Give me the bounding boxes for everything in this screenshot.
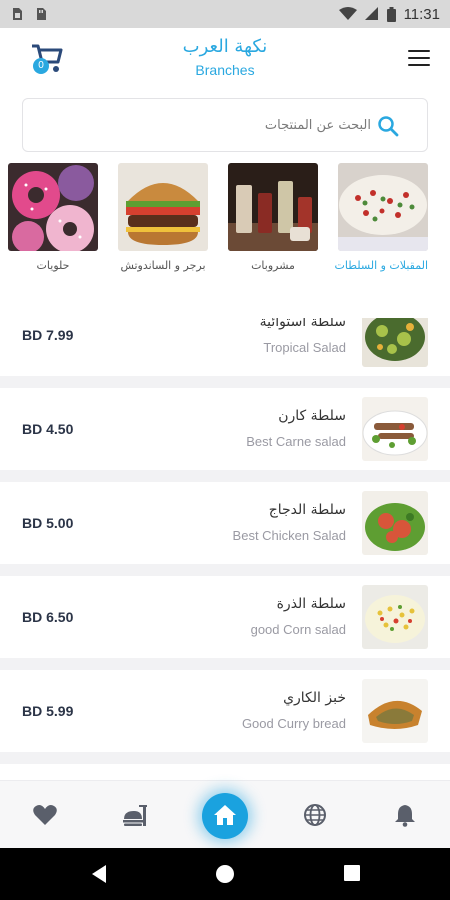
product-row[interactable]: BD 4.50 سلطة كارن Best Carne salad <box>0 388 450 470</box>
category-image-desserts <box>8 163 98 251</box>
status-bar: 11:31 <box>0 0 450 28</box>
product-price: BD 4.50 <box>22 421 74 437</box>
category-image-appetizers <box>338 163 428 251</box>
cart-button[interactable]: 0 <box>30 42 64 76</box>
product-image-tropical-salad <box>362 318 428 367</box>
product-name-en: Tropical Salad <box>263 340 346 355</box>
brand-title-ar: نكهة العرب <box>182 36 268 57</box>
product-name-en: Best Chicken Salad <box>232 528 346 543</box>
product-row[interactable]: BD 6.50 سلطة الذرة good Corn salad <box>0 576 450 658</box>
system-navigation-bar <box>0 848 450 900</box>
battery-icon <box>386 6 396 22</box>
hamburger-menu-icon[interactable] <box>408 50 430 68</box>
wifi-icon <box>338 7 357 20</box>
category-carousel: المقبلات و السلطات مشروبات برجر و الساند… <box>0 163 450 278</box>
globe-icon[interactable] <box>302 803 328 827</box>
product-name-en: Best Carne salad <box>246 434 346 449</box>
product-image-carne-salad <box>362 397 428 461</box>
category-label: مشروبات <box>251 259 295 272</box>
product-image-chicken-salad <box>362 491 428 555</box>
category-image-drinks <box>228 163 318 251</box>
bottom-navigation <box>0 780 450 848</box>
search-input[interactable] <box>71 113 371 137</box>
product-name-en: Good Curry bread <box>241 716 346 731</box>
food-icon[interactable] <box>122 803 148 827</box>
product-image-corn-salad <box>362 585 428 649</box>
bell-icon[interactable] <box>392 803 418 827</box>
clock-text: 11:31 <box>403 5 440 23</box>
category-label: برجر و الساندوتش <box>120 259 206 272</box>
back-icon[interactable] <box>90 864 108 884</box>
product-name-ar: سلطة الدجاج <box>268 502 346 518</box>
product-row[interactable] <box>0 764 450 780</box>
product-row[interactable]: BD 7.99 سلطة استوائية Tropical Salad <box>0 318 450 376</box>
cart-count-badge: 0 <box>33 58 49 74</box>
branches-link[interactable]: Branches <box>150 62 300 78</box>
category-item-appetizers[interactable]: المقبلات و السلطات <box>334 163 428 272</box>
product-name-ar: خبز الكاري <box>283 690 346 706</box>
category-image-burgers <box>118 163 208 251</box>
product-name-ar: سلطة كارن <box>278 408 346 424</box>
signal-icon <box>364 7 378 20</box>
category-item-desserts[interactable]: حلويات <box>8 163 98 272</box>
category-item-drinks[interactable]: مشروبات <box>228 163 318 272</box>
product-price: BD 7.99 <box>22 327 74 343</box>
heart-icon[interactable] <box>32 803 58 827</box>
recents-icon[interactable] <box>343 864 361 882</box>
app-header: 0 نكهة العرب Branches المقبلات و السلطات <box>0 28 450 318</box>
product-row[interactable]: BD 5.00 سلطة الدجاج Best Chicken Salad <box>0 482 450 564</box>
home-icon <box>214 805 236 825</box>
sim-card-icon <box>13 8 22 20</box>
storage-icon <box>37 8 46 20</box>
product-name-en: good Corn salad <box>250 622 346 637</box>
product-price: BD 5.00 <box>22 515 74 531</box>
category-label: المقبلات و السلطات <box>334 259 428 272</box>
category-item-burgers[interactable]: برجر و الساندوتش <box>118 163 208 272</box>
product-image-curry-bread <box>362 679 428 743</box>
category-label: حلويات <box>36 259 70 272</box>
product-list: BD 7.99 سلطة استوائية Tropical Salad BD … <box>0 318 450 780</box>
product-name-ar: سلطة استوائية <box>259 318 346 330</box>
product-row[interactable]: BD 5.99 خبز الكاري Good Curry bread <box>0 670 450 752</box>
product-price: BD 6.50 <box>22 609 74 625</box>
home-system-icon[interactable] <box>215 864 235 884</box>
search-box[interactable] <box>22 98 428 152</box>
product-name-ar: سلطة الذرة <box>276 596 346 612</box>
home-button[interactable] <box>202 793 248 839</box>
product-price: BD 5.99 <box>22 703 74 719</box>
search-icon[interactable] <box>377 115 399 137</box>
